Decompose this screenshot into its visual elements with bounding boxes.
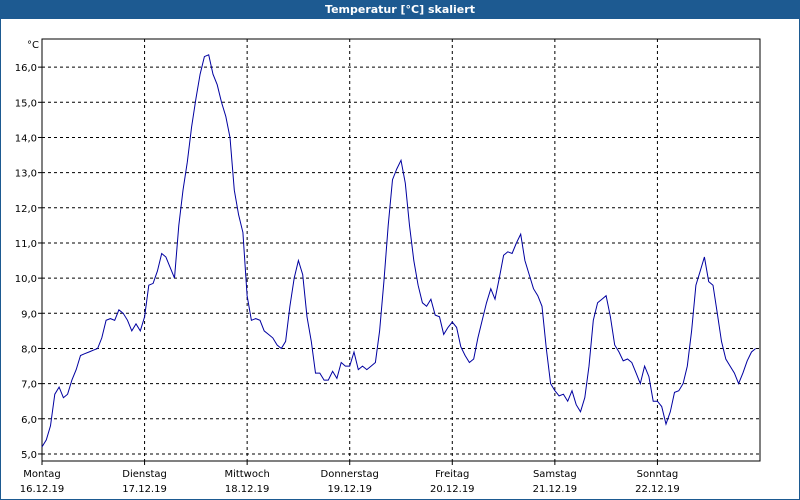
window-title: Temperatur [°C] skaliert <box>1 1 799 19</box>
x-tick-day-label: Sonntag <box>637 469 679 480</box>
x-tick-date-label: 19.12.19 <box>327 484 372 495</box>
x-tick-day-label: Samstag <box>533 469 577 480</box>
y-tick-label: 12,0 <box>15 204 37 215</box>
x-tick-date-label: 22.12.19 <box>635 484 680 495</box>
x-tick-day-label: Montag <box>23 469 60 480</box>
x-tick-day-label: Dienstag <box>122 469 167 480</box>
y-tick-label: 10,0 <box>15 274 37 285</box>
y-axis-label: °C <box>27 40 39 51</box>
y-tick-label: 15,0 <box>15 98 37 109</box>
x-tick-date-label: 16.12.19 <box>20 484 65 495</box>
x-tick-day-label: Mittwoch <box>224 469 269 480</box>
y-tick-label: 7,0 <box>21 380 37 391</box>
x-tick-date-label: 18.12.19 <box>225 484 270 495</box>
y-tick-label: 16,0 <box>15 63 37 74</box>
y-tick-label: 9,0 <box>21 309 37 320</box>
y-tick-label: 11,0 <box>15 239 37 250</box>
y-tick-label: 14,0 <box>15 133 37 144</box>
y-axis-ticks: 5,0 6,0 7,0 8,0 9,0 10,0 11,0 12,0 13,0 14,0 15,0 1… <box>15 63 42 461</box>
y-tick-label: 6,0 <box>21 415 37 426</box>
x-tick-date-label: 17.12.19 <box>122 484 167 495</box>
x-tick-day-label: Freitag <box>435 469 469 480</box>
x-tick-date-label: 21.12.19 <box>533 484 578 495</box>
x-tick-date-label: 20.12.19 <box>430 484 475 495</box>
temperature-chart: 5,0 6,0 7,0 8,0 9,0 10,0 11,0 12,0 13,0 14,0 15,0 1… <box>15 38 761 495</box>
x-tick-day-label: Donnerstag <box>321 469 379 480</box>
x-axis-ticks: Montag 16.12.19 Dienstag 17.12.19 Mittwoch 18… <box>20 461 680 495</box>
chart-window: Temperatur [°C] skaliert 5,0 6,0 7,0 8,0 9,0… <box>0 0 800 500</box>
y-tick-label: 5,0 <box>21 450 37 461</box>
y-tick-label: 13,0 <box>15 169 37 180</box>
y-tick-label: 8,0 <box>21 344 37 355</box>
